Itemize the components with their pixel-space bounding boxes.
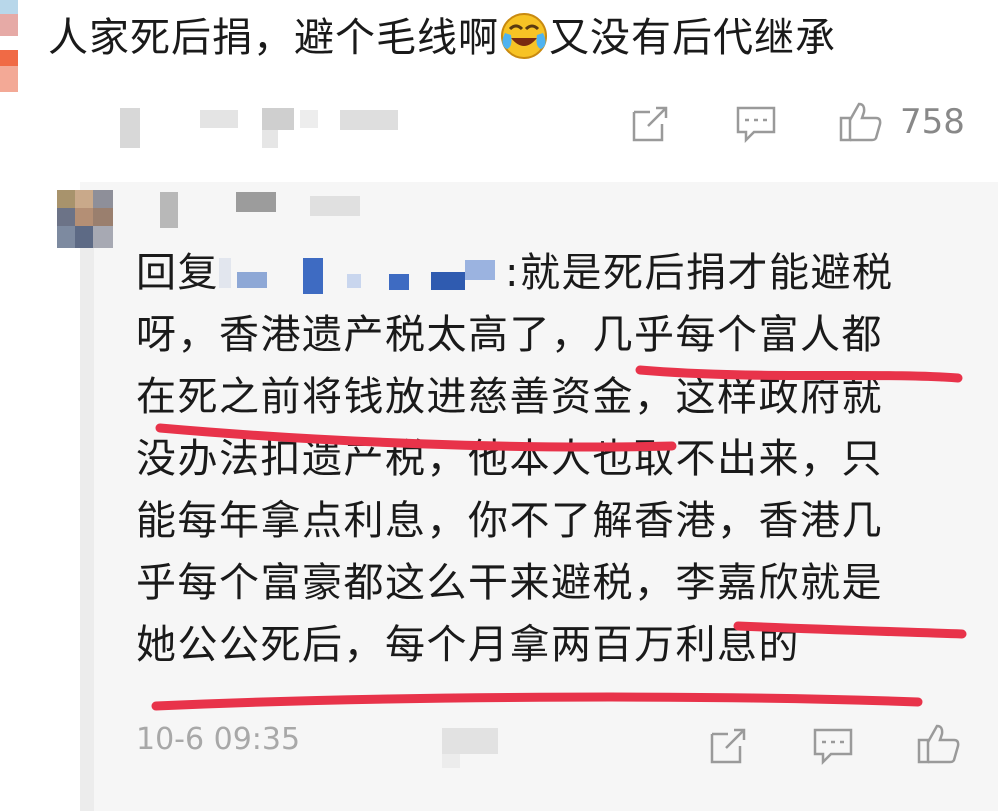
share-icon[interactable]	[708, 726, 748, 770]
pixel-block	[442, 728, 498, 754]
strip-block	[0, 50, 18, 66]
avatar-pixel	[57, 226, 75, 248]
thread-line	[80, 240, 94, 811]
pixel-block	[236, 192, 276, 212]
pixel-block	[340, 110, 398, 130]
comment-icon[interactable]	[735, 104, 777, 148]
like-icon[interactable]	[916, 722, 962, 770]
pixel-block	[300, 110, 318, 128]
avatar-pixel	[75, 208, 93, 226]
avatar-pixel	[93, 226, 113, 248]
share-icon[interactable]	[630, 104, 670, 148]
reply-line: 能每年拿点利息，你不了解香港，香港几	[136, 498, 883, 544]
like-count: 758	[900, 102, 965, 142]
left-edge-strip	[0, 0, 18, 811]
comment-text-part: 又没有后代继承	[549, 15, 836, 61]
comment-text-part: 人家死后捐，避个毛线啊	[48, 15, 499, 61]
pixel-block	[120, 108, 140, 148]
strip-block	[0, 14, 18, 36]
strip-block	[0, 66, 18, 92]
comment-text: 人家死后捐，避个毛线啊 又没有后代继承	[48, 10, 983, 66]
pixel-block	[200, 110, 238, 128]
avatar-pixel	[93, 208, 113, 226]
avatar-pixel	[75, 226, 93, 248]
reply-line: 在死之前将钱放进慈善资金，这样政府就	[136, 374, 883, 420]
reply-line: 呀，香港遗产税太高了，几乎每个富人都	[136, 312, 883, 358]
laugh-cry-emoji	[499, 11, 549, 61]
avatar-pixel	[57, 208, 75, 226]
pixel-block	[310, 196, 360, 216]
avatar-pixel	[57, 190, 75, 208]
reply-prefix: 回复	[136, 250, 219, 296]
reply-line: 回复 :就是死后捐才能避税	[136, 242, 966, 304]
strip-block	[0, 0, 18, 14]
reply-line: 乎每个富豪都这么干来避税，李嘉欣就是	[136, 560, 883, 606]
pixelated-mention[interactable]	[219, 252, 505, 294]
pixel-block	[262, 130, 278, 148]
pixel-block	[160, 192, 178, 228]
avatar-pixel	[93, 190, 113, 208]
reply-line: 她公公死后，每个月拿两百万利息的	[136, 622, 800, 668]
reply-line: 没办法扣遗产税，他本人也取不出来，只	[136, 436, 883, 482]
comment-icon[interactable]	[812, 726, 854, 770]
pixel-block	[442, 754, 460, 768]
pixel-block	[262, 108, 294, 130]
reply-colon: :	[505, 250, 520, 296]
reply-body: 回复 :就是死后捐才能避税 呀，香港遗产税太高了，几乎每个富人都 在死之前将钱放…	[136, 242, 966, 676]
like-icon[interactable]	[838, 100, 884, 148]
avatar-pixel	[75, 190, 93, 208]
reply-timestamp: 10-6 09:35	[136, 722, 301, 757]
reply-line-text: 就是死后捐才能避税	[519, 250, 894, 296]
